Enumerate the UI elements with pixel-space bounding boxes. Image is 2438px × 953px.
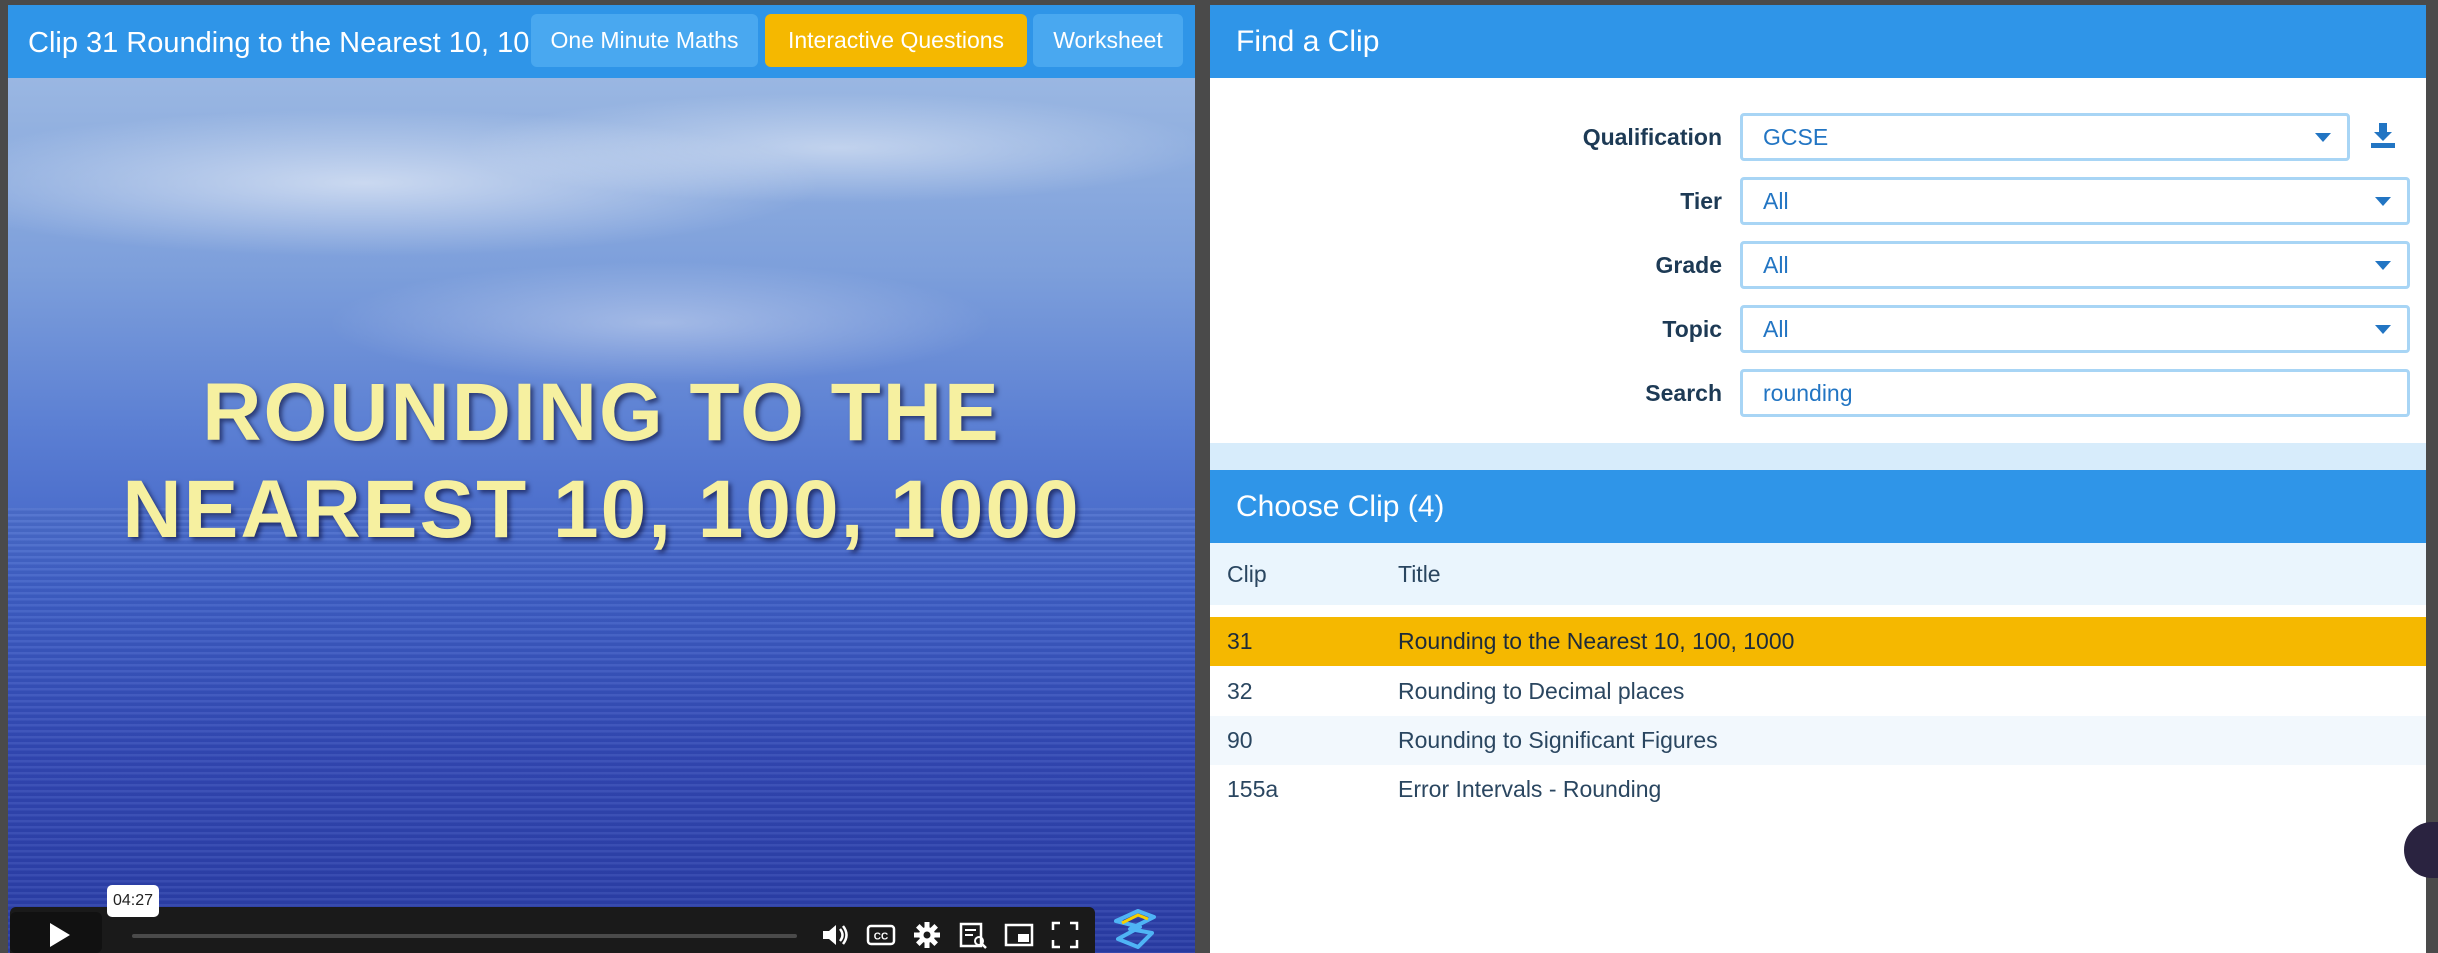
clip-number: 31 [1227,628,1253,654]
clip-title: Error Intervals - Rounding [1398,776,1662,802]
chevron-down-icon [2375,197,2391,206]
time-tooltip: 04:27 [107,885,159,917]
table-header: Clip Title [1210,543,2426,605]
video-background [8,508,1195,953]
vimeo-logo-icon[interactable] [1108,903,1163,953]
table-row[interactable]: 32 Rounding to Decimal places [1210,667,2426,716]
clip-browser-panel: Find a Clip Qualification GCSE Tier All … [1210,5,2426,953]
chevron-down-icon [2315,133,2331,142]
fullscreen-icon[interactable] [1050,920,1080,950]
one-minute-maths-button[interactable]: One Minute Maths [531,14,758,67]
svg-text:CC: CC [874,932,888,943]
topic-label: Topic [1662,316,1722,342]
settings-icon[interactable] [912,920,942,950]
clip-title: Rounding to the Nearest 10, 100, 1000 [1398,628,1795,654]
chapters-icon[interactable] [958,920,988,950]
clip-title: Rounding to Significant Figures [1398,727,1718,753]
topic-value: All [1763,316,1789,342]
chevron-down-icon [2375,325,2391,334]
miniplayer-icon[interactable] [1004,920,1034,950]
video-panel: Clip 31 Rounding to the Nearest 10, 10 O… [8,5,1195,953]
video-title-line-2: NEAREST 10, 100, 1000 [122,464,1081,555]
qualification-label: Qualification [1582,124,1722,150]
tier-select[interactable]: All [1740,177,2410,225]
video-header: Clip 31 Rounding to the Nearest 10, 10 O… [8,5,1195,78]
video-title-line-1: ROUNDING TO THE [202,367,1001,458]
tier-label: Tier [1680,188,1722,214]
captions-icon[interactable]: CC [866,920,896,950]
column-header-clip: Clip [1227,561,1267,587]
clip-number: 155a [1227,776,1279,802]
table-row[interactable]: 90 Rounding to Significant Figures [1210,716,2426,765]
clip-title: Clip 31 Rounding to the Nearest 10, 10 [28,27,530,59]
progress-track[interactable] [132,934,797,938]
tier-value: All [1763,188,1789,214]
search-label: Search [1645,380,1722,406]
chevron-down-icon [2375,261,2391,270]
volume-icon[interactable] [820,920,850,950]
search-input[interactable]: rounding [1740,369,2410,417]
download-icon[interactable] [2368,120,2398,150]
clip-title: Rounding to Decimal places [1398,678,1685,704]
find-clip-form: Qualification GCSE Tier All Grade All To… [1210,78,2426,443]
table-row[interactable]: 155a Error Intervals - Rounding [1210,765,2426,814]
table-row[interactable]: 31 Rounding to the Nearest 10, 100, 1000 [1210,617,2426,666]
qualification-select[interactable]: GCSE [1740,113,2350,161]
video-player[interactable]: ROUNDING TO THE NEAREST 10, 100, 1000 [8,78,1195,953]
topic-select[interactable]: All [1740,305,2410,353]
qualification-value: GCSE [1763,124,1829,150]
column-header-title: Title [1398,561,1441,587]
clip-number: 90 [1227,727,1253,753]
grade-label: Grade [1655,252,1722,278]
play-icon [50,923,70,947]
clip-table: Clip Title 31 Rounding to the Nearest 10… [1210,543,2426,953]
interactive-questions-button[interactable]: Interactive Questions [765,14,1027,67]
clip-number: 32 [1227,678,1253,704]
play-button[interactable] [10,912,102,953]
grade-select[interactable]: All [1740,241,2410,289]
find-clip-header: Find a Clip [1210,5,2426,78]
choose-clip-header: Choose Clip (4) [1210,470,2426,543]
grade-value: All [1763,252,1789,278]
worksheet-button[interactable]: Worksheet [1033,14,1183,67]
